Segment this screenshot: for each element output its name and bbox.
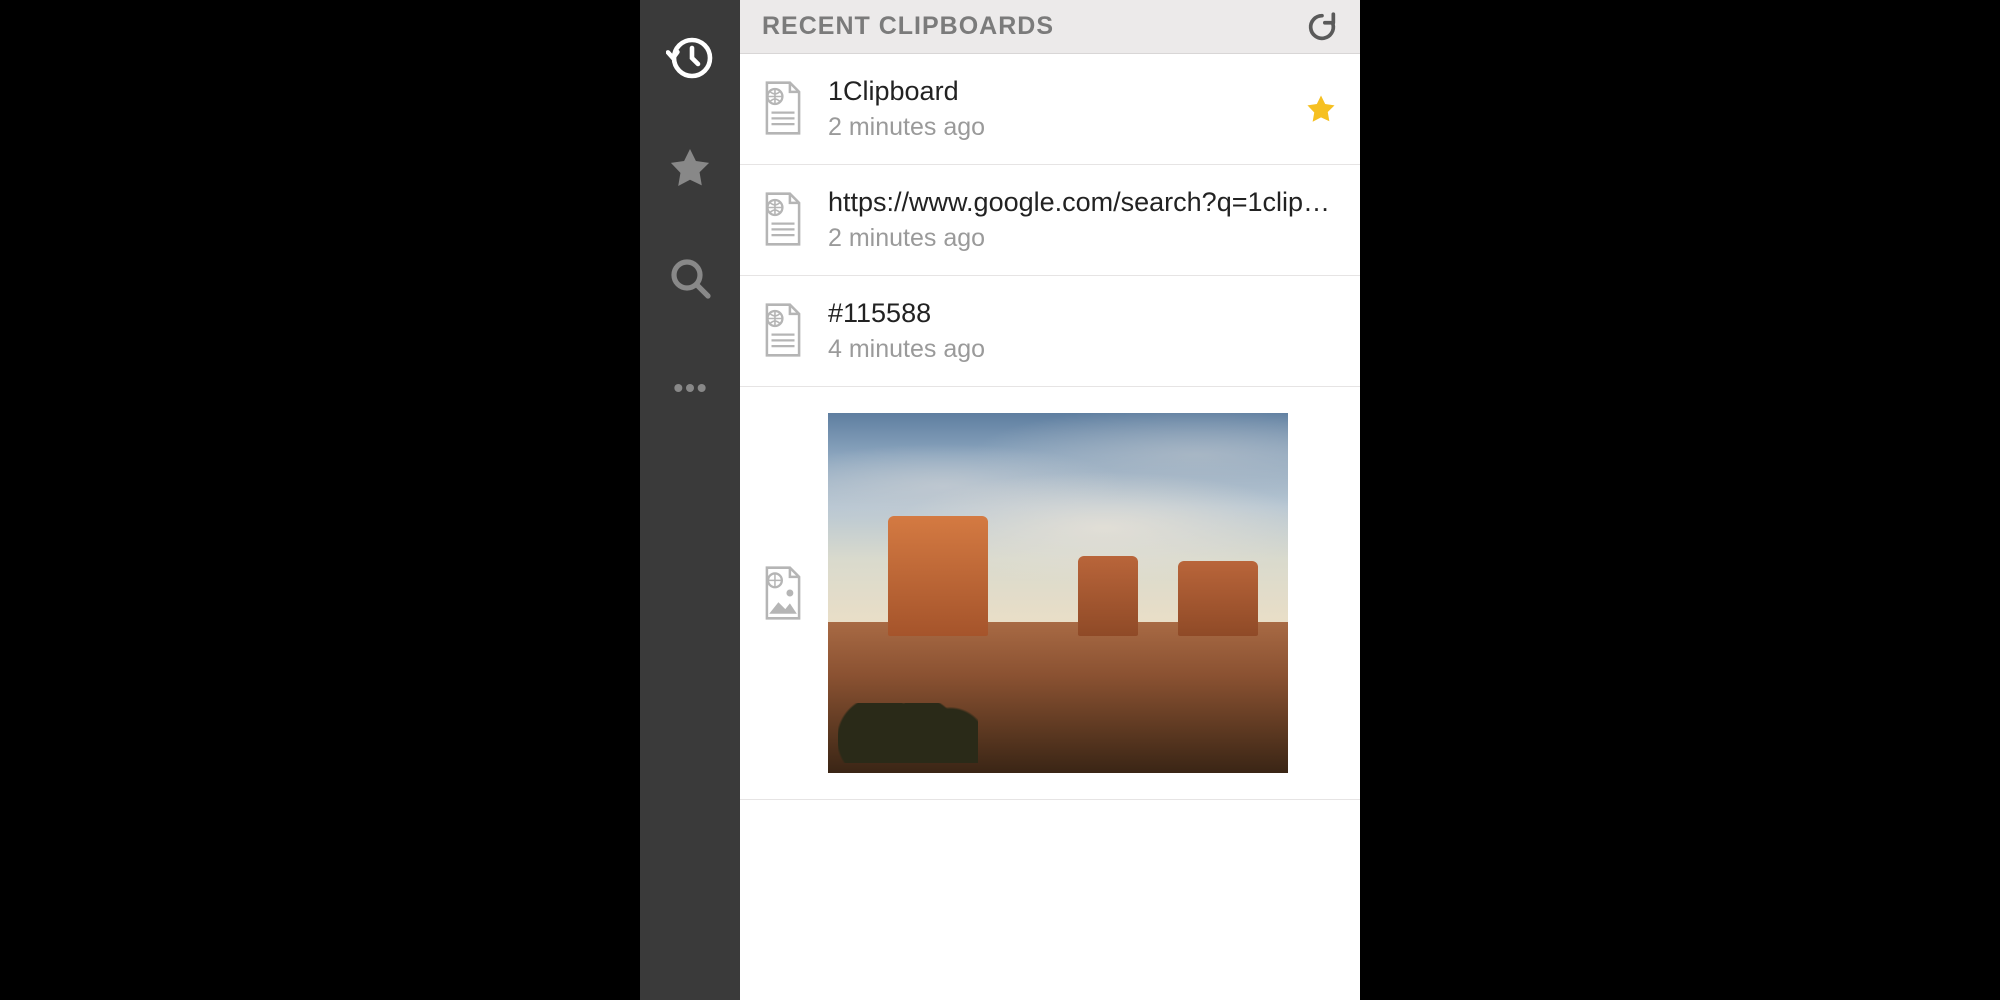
panel-header: RECENT CLIPBOARDS [740,0,1360,54]
sidebar-item-history[interactable] [662,30,718,86]
web-document-icon [758,76,808,136]
star-icon [666,144,714,192]
sidebar-item-favorites[interactable] [662,140,718,196]
clip-item[interactable]: 1Clipboard 2 minutes ago [740,54,1360,165]
web-document-icon [758,298,808,358]
clip-time: 2 minutes ago [828,113,1284,142]
clip-time: 2 minutes ago [828,224,1338,253]
clip-list: 1Clipboard 2 minutes ago [740,54,1360,1000]
sidebar-item-search[interactable] [662,250,718,306]
clip-item[interactable]: https://www.google.com/search?q=1clip… 2… [740,165,1360,276]
search-icon [666,254,714,302]
clip-item-image[interactable] [740,387,1360,800]
sidebar [640,0,740,1000]
clip-item-body: 1Clipboard 2 minutes ago [828,76,1284,142]
clipboard-app-window: RECENT CLIPBOARDS [640,0,1360,1000]
refresh-icon [1305,10,1339,44]
history-icon [666,34,714,82]
panel-title: RECENT CLIPBOARDS [762,12,1302,41]
favorite-star-icon[interactable] [1304,92,1338,126]
web-image-document-icon [758,565,808,621]
sidebar-item-more[interactable] [662,360,718,416]
clip-item[interactable]: #115588 4 minutes ago [740,276,1360,387]
clip-item-body: #115588 4 minutes ago [828,298,1338,364]
clip-title: #115588 [828,298,1338,329]
main-panel: RECENT CLIPBOARDS [740,0,1360,1000]
clip-title: 1Clipboard [828,76,1284,107]
web-document-icon [758,187,808,247]
clip-time: 4 minutes ago [828,335,1338,364]
clip-title: https://www.google.com/search?q=1clip… [828,187,1338,218]
more-icon [670,368,710,408]
clip-item-body: https://www.google.com/search?q=1clip… 2… [828,187,1338,253]
clip-item-body [828,409,1338,777]
refresh-button[interactable] [1302,7,1342,47]
clip-image-thumbnail [828,413,1288,773]
